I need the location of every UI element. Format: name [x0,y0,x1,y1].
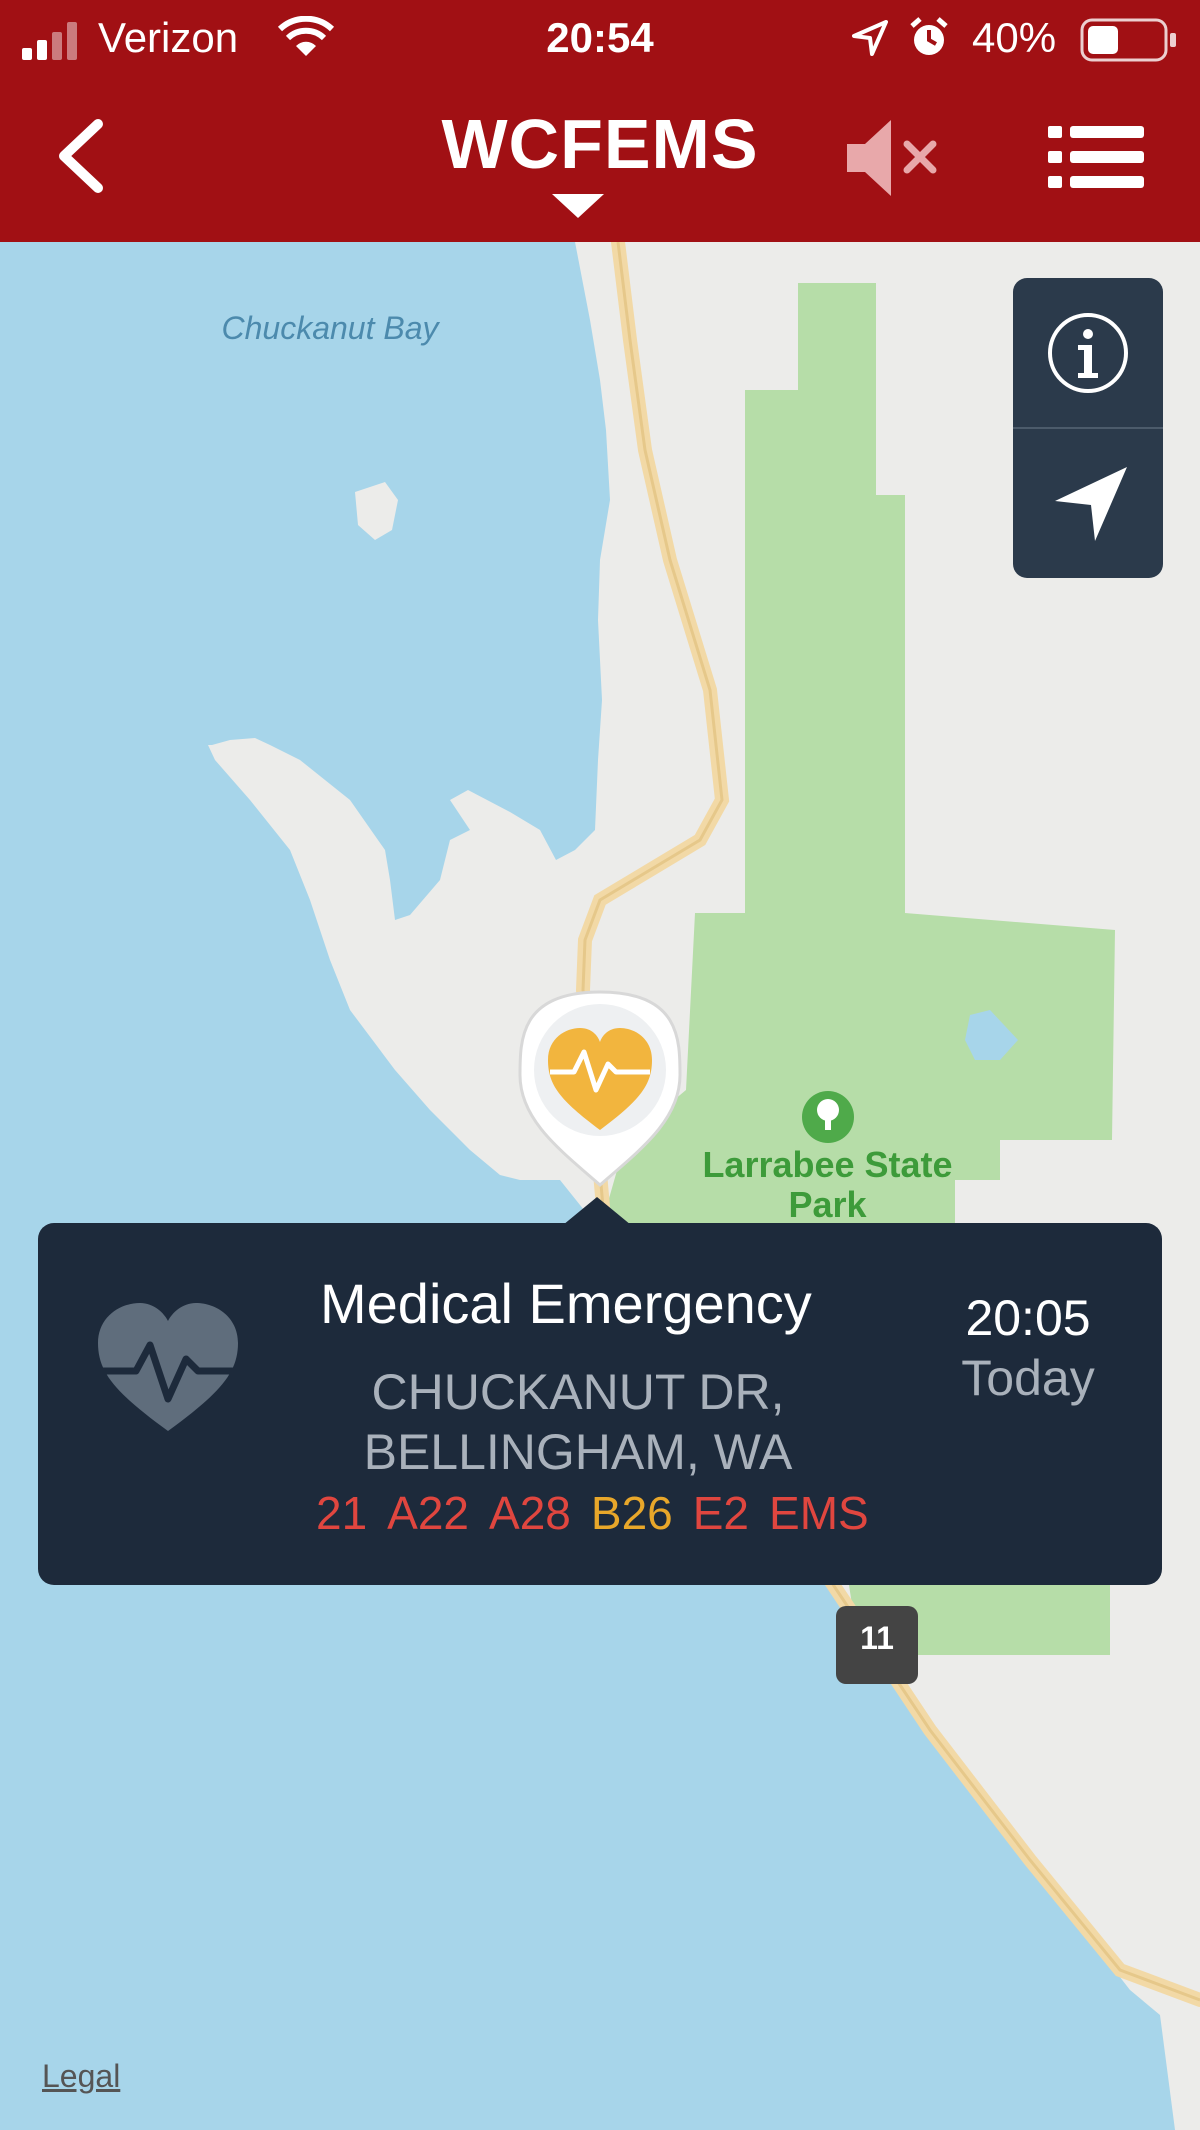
info-icon [1048,313,1128,393]
agency-title: WCFEMS [441,105,759,183]
bay-label-text: Chuckanut Bay [221,310,439,346]
medical-heart-icon [98,1303,238,1431]
locate-me-button[interactable] [1013,429,1163,577]
agency-selector[interactable]: WCFEMS [0,104,1200,184]
unit-badge: EMS [769,1487,869,1539]
list-menu-icon[interactable] [1048,124,1144,190]
incident-time: 20:05 [965,1290,1091,1346]
location-arrow-icon [1055,467,1127,541]
location-arrow-icon [852,20,888,56]
park-label-text: Larrabee State Park [702,1144,953,1225]
unit-badge: 21 [316,1487,368,1539]
unit-badge: A22 [387,1487,470,1539]
highway-shield: 11 [836,1606,918,1684]
unit-badge: E2 [692,1487,750,1539]
alarm-clock-icon [910,17,948,55]
incident-type: Medical Emergency [320,1272,812,1335]
status-bar: Verizon 20:54 40% [0,0,1200,80]
muted-speaker-icon[interactable] [843,114,943,204]
responding-units: 21 A22 A28 B26 E2 EMS [316,1486,920,1550]
incident-callout[interactable]: Medical Emergency CHUCKANUT DR, BELLINGH… [38,1223,1162,1585]
incident-address-line1: CHUCKANUT DR, [371,1364,785,1420]
navigation-bar: WCFEMS [0,80,1200,242]
unit-badge: A28 [489,1487,571,1539]
incident-address-line2: BELLINGHAM, WA [363,1424,793,1480]
agency-dropdown-caret-icon[interactable] [548,190,608,222]
battery-icon [1080,18,1176,62]
map-controls [1013,278,1163,578]
unit-badge: B26 [590,1487,673,1539]
map-label-park: Larrabee State Park [700,1145,955,1225]
map-label-bay: Chuckanut Bay [200,310,460,346]
park-tree-icon [802,1091,854,1143]
incident-day: Today [961,1350,1095,1406]
info-button[interactable] [1013,278,1163,426]
legal-link[interactable]: Legal [42,2058,120,2095]
battery-percent: 40% [972,14,1057,61]
callout-pointer [563,1197,631,1225]
highway-number: 11 [860,1620,894,1656]
